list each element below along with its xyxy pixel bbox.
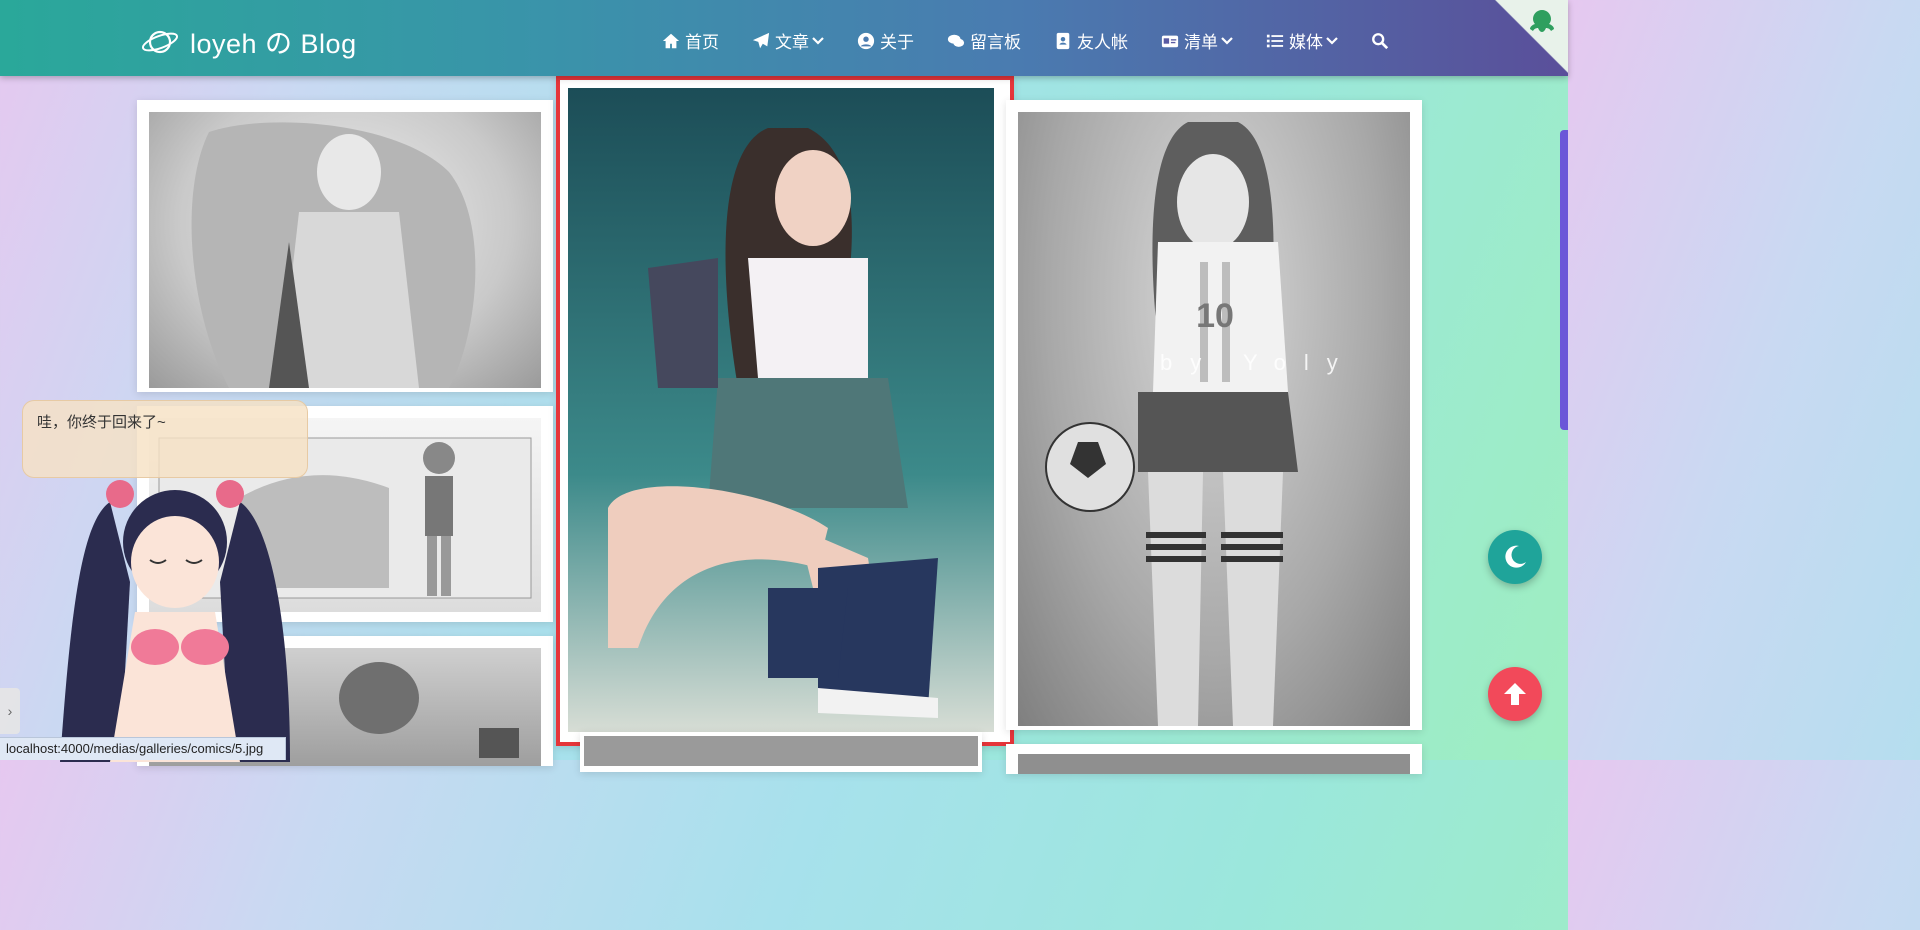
nav-articles[interactable]: 文章 [752,28,824,53]
gallery-card-selected[interactable] [556,76,1014,746]
user-circle-icon [857,32,875,49]
nav-friends[interactable]: 友人帐 [1054,28,1128,53]
gallery-card[interactable] [137,100,553,392]
gallery-image-girl-sneakers[interactable] [568,88,994,732]
moon-icon [1505,545,1526,568]
octocat-icon [1530,10,1554,32]
gallery-card[interactable]: 10 [1006,100,1422,730]
chevron-down-icon [812,36,824,45]
gallery-card[interactable] [1006,744,1422,774]
main-nav: 首页 文章 关于 留言板 友人帐 清单 媒体 [662,28,1427,53]
nav-about-label: 关于 [880,33,914,52]
chevron-down-icon [1221,36,1233,45]
link-status-bar: localhost:4000/medias/galleries/comics/5… [0,737,286,760]
nav-media-label: 媒体 [1289,33,1323,52]
chevron-down-icon [1326,36,1338,45]
nav-friends-label: 友人帐 [1077,33,1128,52]
mascot-toggle-arrow[interactable]: › [0,688,20,734]
site-title: loyeh の Blog [190,29,357,59]
nav-list-label: 清单 [1184,33,1218,52]
image-watermark: by Yoly [1160,350,1356,375]
nav-media[interactable]: 媒体 [1266,28,1338,53]
site-brand[interactable]: loyeh の Blog [140,22,357,61]
list-icon [1266,34,1284,47]
nav-list[interactable]: 清单 [1161,28,1233,53]
address-book-icon [1056,32,1070,49]
github-corner[interactable] [1484,0,1568,76]
nav-about[interactable]: 关于 [857,28,914,53]
gallery-image-soccer-girl[interactable]: 10 [1018,112,1410,726]
dark-mode-button[interactable] [1488,530,1542,584]
back-to-top-button[interactable] [1488,667,1542,721]
search-icon [1372,32,1389,49]
gallery-image[interactable] [1018,754,1410,774]
mascot-speech-bubble: 哇，你终于回来了~ [22,400,308,478]
gallery-card[interactable] [580,732,982,772]
search-button[interactable] [1371,32,1394,50]
home-icon [662,33,680,48]
arrow-up-icon [1504,683,1526,705]
nav-articles-label: 文章 [775,33,809,52]
gallery-image-anime-girl[interactable] [149,112,541,388]
nav-home[interactable]: 首页 [662,28,719,53]
planet-logo-icon [141,30,179,53]
gallery-image[interactable] [584,736,978,766]
id-card-icon [1161,35,1179,47]
nav-guestbook[interactable]: 留言板 [947,28,1021,53]
comments-icon [947,34,965,47]
svg-text:10: 10 [1196,297,1234,335]
scroll-indicator[interactable] [1560,130,1568,430]
nav-home-label: 首页 [685,33,719,52]
mascot-character[interactable] [40,462,310,762]
top-navbar: loyeh の Blog 首页 文章 关于 留言板 友人帐 清单 媒体 [0,0,1568,76]
nav-guestbook-label: 留言板 [970,33,1021,52]
paper-plane-icon [752,32,770,48]
